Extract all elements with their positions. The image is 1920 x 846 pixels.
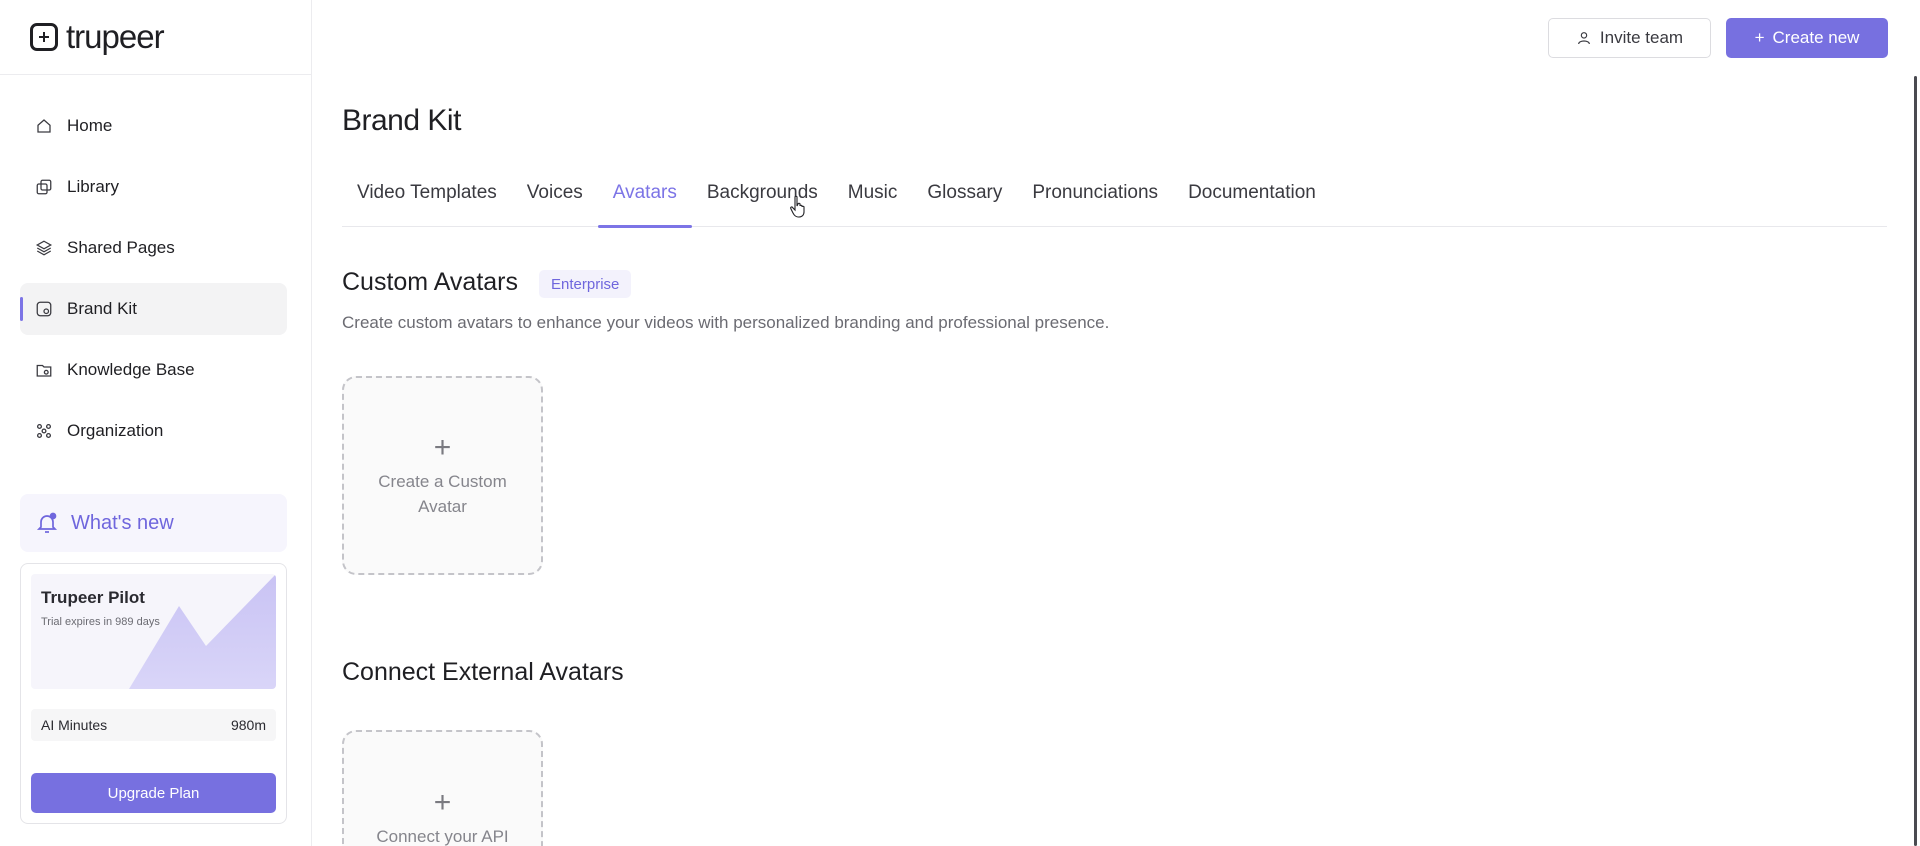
page-title: Brand Kit bbox=[342, 104, 461, 137]
plus-icon: + bbox=[1754, 28, 1765, 47]
ai-minutes-row: AI Minutes 980m bbox=[31, 709, 276, 741]
tab-music[interactable]: Music bbox=[833, 170, 913, 227]
tab-documentation[interactable]: Documentation bbox=[1173, 170, 1331, 227]
sidebar-item-label: Organization bbox=[67, 421, 164, 440]
plan-title: Trupeer Pilot bbox=[41, 588, 145, 607]
logo-text: trupeer bbox=[66, 18, 165, 55]
layers-icon bbox=[34, 238, 54, 258]
plan-card: Trupeer Pilot Trial expires in 989 days … bbox=[20, 563, 287, 824]
connect-api-card[interactable]: + Connect your API bbox=[342, 730, 543, 846]
create-new-button[interactable]: + Create new bbox=[1726, 18, 1888, 58]
connect-external-avatars-title: Connect External Avatars bbox=[342, 658, 624, 686]
enterprise-badge: Enterprise bbox=[539, 270, 632, 298]
ai-minutes-label: AI Minutes bbox=[41, 717, 108, 733]
app-logo[interactable]: trupeer bbox=[30, 18, 165, 55]
plan-banner: Trupeer Pilot Trial expires in 989 days bbox=[31, 574, 276, 689]
sidebar-item-label: Knowledge Base bbox=[67, 360, 195, 379]
sidebar-divider bbox=[0, 74, 311, 75]
tab-avatars[interactable]: Avatars bbox=[597, 170, 692, 228]
create-new-label: Create new bbox=[1772, 28, 1860, 47]
connect-api-label: Connect your API bbox=[376, 827, 509, 846]
invite-team-button[interactable]: Invite team bbox=[1548, 18, 1711, 58]
logo-icon bbox=[30, 23, 58, 51]
sidebar-item-brand-kit[interactable]: Brand Kit bbox=[20, 283, 287, 335]
tab-pronunciations[interactable]: Pronunciations bbox=[1017, 170, 1173, 227]
home-icon bbox=[34, 116, 54, 136]
sidebar-item-label: Brand Kit bbox=[67, 299, 137, 318]
sidebar-item-library[interactable]: Library bbox=[20, 161, 287, 213]
whats-new-label: What's new bbox=[71, 511, 174, 534]
sidebar-item-label: Home bbox=[67, 116, 113, 135]
create-custom-avatar-label: Create a Custom Avatar bbox=[378, 471, 507, 516]
user-icon bbox=[1578, 32, 1590, 45]
sidebar: trupeer Home Library Shared Pages Brand bbox=[0, 0, 312, 846]
custom-avatars-title: Custom Avatars bbox=[342, 268, 519, 296]
brand-kit-icon bbox=[34, 299, 54, 319]
custom-avatars-description: Create custom avatars to enhance your vi… bbox=[342, 313, 1110, 332]
folder-icon bbox=[34, 360, 54, 380]
plus-icon: + bbox=[433, 430, 452, 464]
tab-glossary[interactable]: Glossary bbox=[912, 170, 1017, 227]
tab-voices[interactable]: Voices bbox=[512, 170, 598, 227]
create-custom-avatar-card[interactable]: + Create a Custom Avatar bbox=[342, 376, 543, 575]
hand-pointer-icon bbox=[790, 195, 805, 218]
plus-icon: + bbox=[433, 786, 452, 819]
bell-icon bbox=[36, 512, 58, 533]
tab-video-templates[interactable]: Video Templates bbox=[342, 170, 512, 227]
plan-subtitle: Trial expires in 989 days bbox=[41, 616, 160, 628]
sidebar-item-home[interactable]: Home bbox=[20, 100, 287, 152]
organization-icon bbox=[34, 421, 54, 441]
brand-kit-tabs: Video Templates Voices Avatars Backgroun… bbox=[342, 170, 1887, 228]
sidebar-item-label: Shared Pages bbox=[67, 238, 175, 257]
sidebar-item-organization[interactable]: Organization bbox=[20, 405, 287, 457]
sidebar-item-shared-pages[interactable]: Shared Pages bbox=[20, 222, 287, 274]
invite-team-label: Invite team bbox=[1599, 28, 1684, 47]
ai-minutes-value: 980m bbox=[230, 717, 266, 733]
upgrade-plan-button[interactable]: Upgrade Plan bbox=[31, 773, 276, 813]
sidebar-item-label: Library bbox=[67, 177, 119, 196]
sidebar-nav: Home Library Shared Pages Brand Kit Know… bbox=[20, 100, 287, 466]
whats-new-button[interactable]: What's new bbox=[20, 494, 287, 552]
tab-backgrounds[interactable]: Backgrounds bbox=[692, 170, 833, 227]
library-icon bbox=[34, 177, 54, 197]
sidebar-item-knowledge-base[interactable]: Knowledge Base bbox=[20, 344, 287, 396]
scrollbar[interactable] bbox=[1914, 76, 1917, 846]
